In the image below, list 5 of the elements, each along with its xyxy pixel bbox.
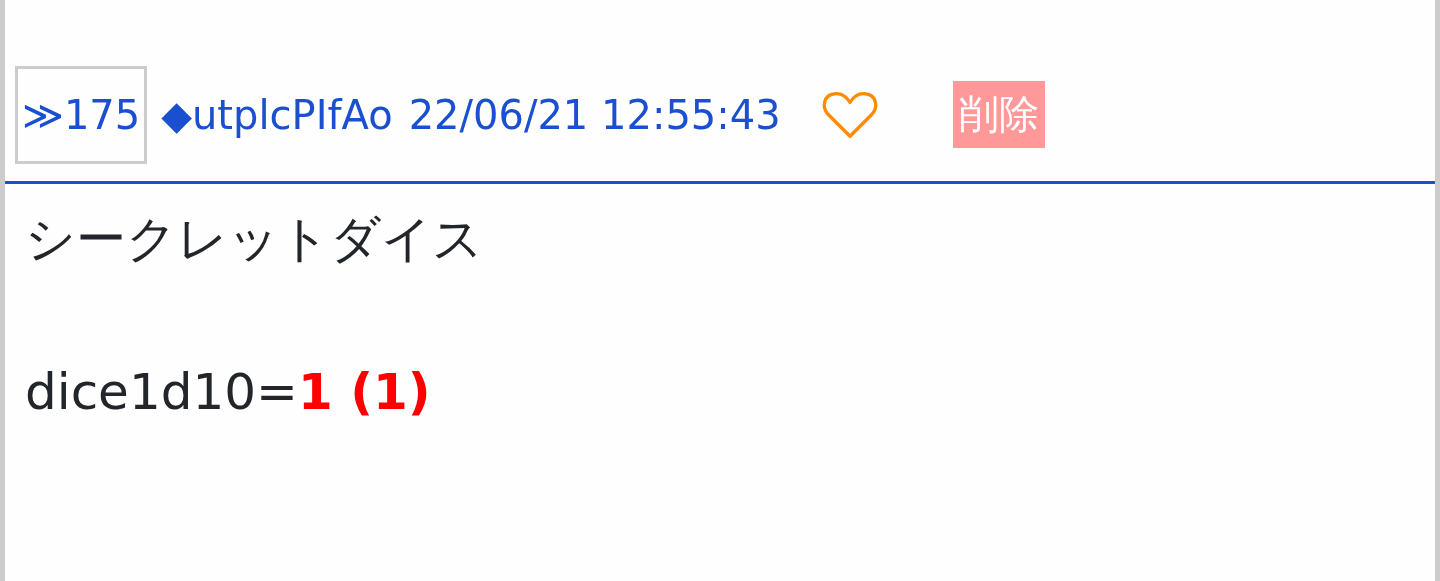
author-name: ◆utplcPIfAo	[161, 91, 393, 138]
post-timestamp: 22/06/21 12:55:43	[408, 91, 781, 138]
post-number-link[interactable]: ≫175	[15, 65, 148, 164]
post-text: シークレットダイス	[25, 209, 484, 270]
dice-roll-text: dice1d10=1 (1)	[25, 363, 432, 421]
